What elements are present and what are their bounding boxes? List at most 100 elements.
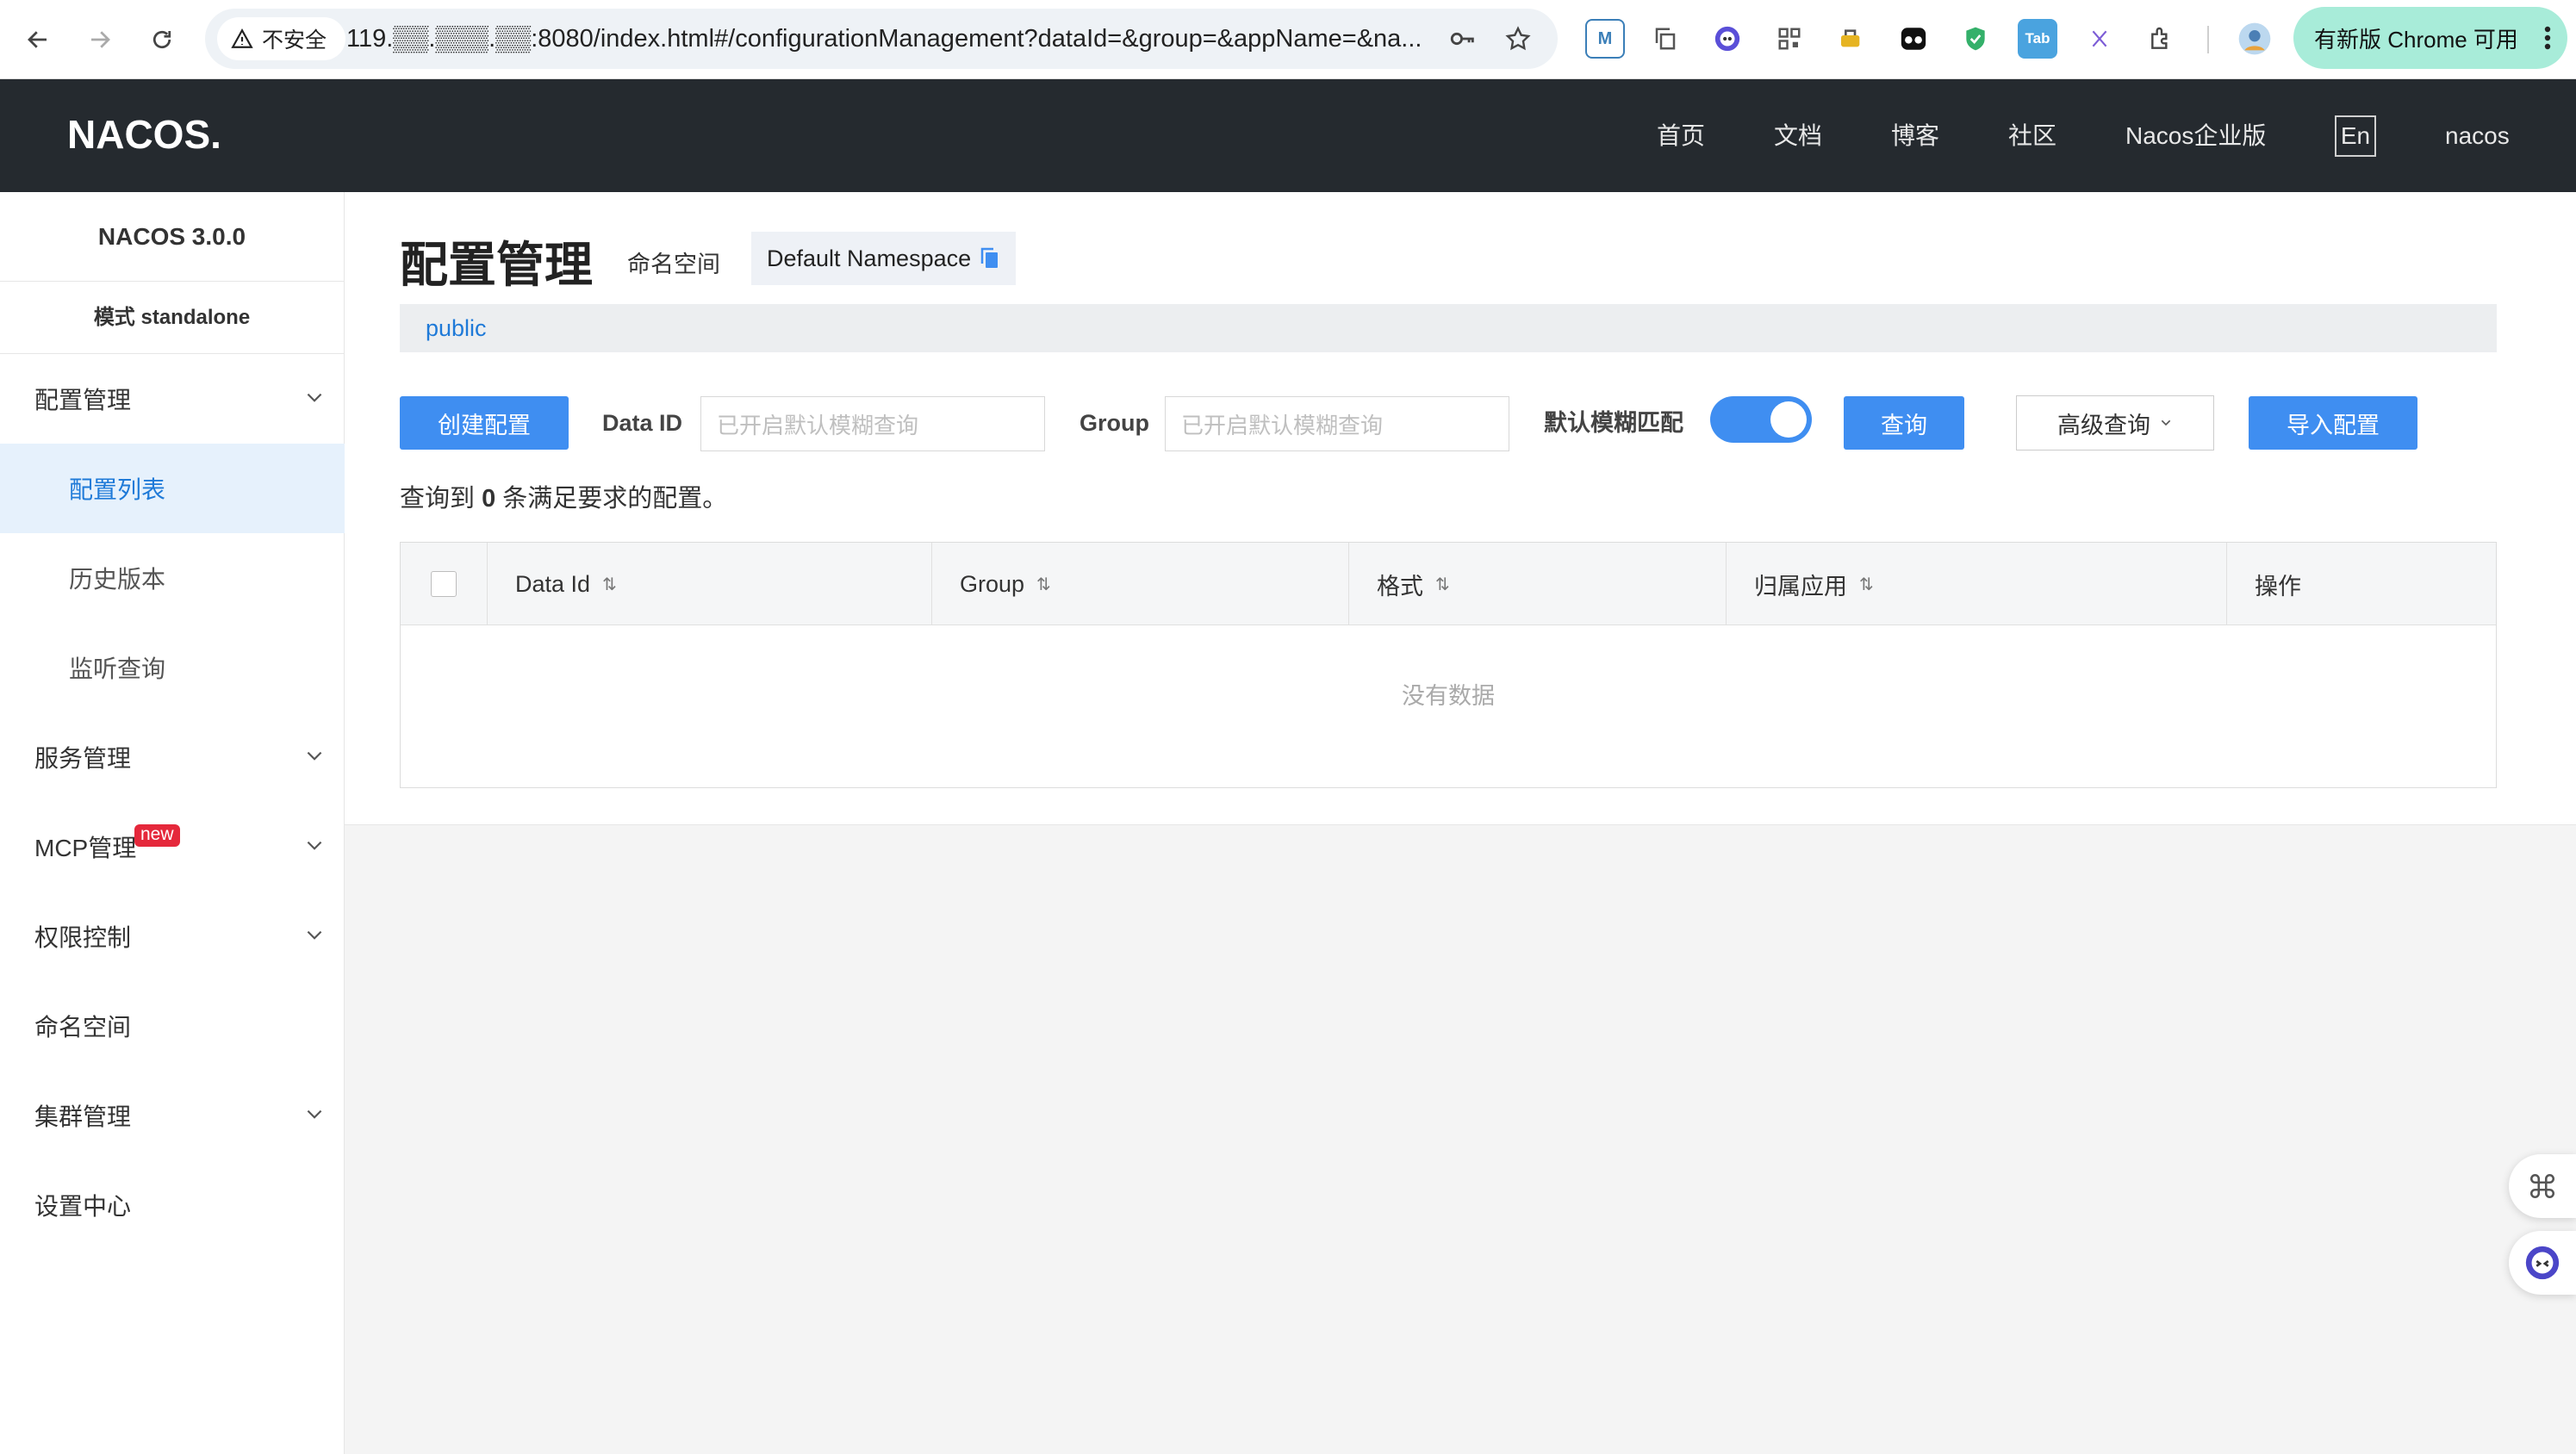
sort-icon[interactable]: ⇅ xyxy=(1859,574,1874,595)
nav-community[interactable]: 社区 xyxy=(2008,79,2056,192)
create-config-button[interactable]: 创建配置 xyxy=(400,396,569,450)
assistant-bot-icon[interactable] xyxy=(2509,1231,2576,1295)
extensions-puzzle-icon[interactable] xyxy=(2142,19,2181,59)
toggle-knob xyxy=(1770,401,1807,438)
nacos-logo[interactable]: NACOS. xyxy=(67,110,240,163)
forward-icon[interactable] xyxy=(79,19,121,60)
group-input[interactable]: 已开启默认模糊查询 xyxy=(1165,396,1509,451)
version-title: NACOS 3.0.0 xyxy=(0,192,344,282)
sidebar-item-config-management[interactable]: 配置管理 xyxy=(0,354,345,444)
column-label: Data Id xyxy=(515,570,591,597)
sidebar-item-label: 权限控制 xyxy=(34,924,132,951)
nav-home[interactable]: 首页 xyxy=(1657,79,1705,192)
mode-label: 模式 standalone xyxy=(0,282,344,354)
sidebar-item-access-control[interactable]: 权限控制 xyxy=(0,892,345,981)
address-bar[interactable]: 不安全 119.▒▒.▒▒▒.▒▒:8080/index.html#/confi… xyxy=(205,9,1558,69)
select-all-cell xyxy=(401,543,488,625)
sidebar-item-label: 配置列表 xyxy=(69,476,166,503)
sidebar-item-label: 服务管理 xyxy=(34,745,132,772)
sidebar-item-label: 设置中心 xyxy=(34,1193,132,1220)
column-label: 操作 xyxy=(2255,573,2301,600)
empty-state: 没有数据 xyxy=(1402,683,1495,709)
bookmark-star-icon[interactable] xyxy=(1497,18,1539,59)
select-all-checkbox[interactable] xyxy=(431,571,457,597)
shortcut-command-icon[interactable] xyxy=(2509,1154,2576,1218)
language-toggle-button[interactable]: En xyxy=(2335,115,2376,157)
import-config-button[interactable]: 导入配置 xyxy=(2249,396,2417,450)
namespace-tab-public[interactable]: public xyxy=(426,304,487,352)
extension-x-icon[interactable] xyxy=(2080,19,2119,59)
column-label: 归属应用 xyxy=(1754,573,1847,600)
more-vert-icon[interactable] xyxy=(2543,26,2552,50)
sidebar-item-listener-query[interactable]: 监听查询 xyxy=(0,623,345,712)
sort-icon[interactable]: ⇅ xyxy=(1036,574,1051,595)
sort-icon[interactable]: ⇅ xyxy=(602,574,617,595)
sidebar-item-label: 历史版本 xyxy=(69,566,166,593)
sidebar-item-settings[interactable]: 设置中心 xyxy=(0,1160,345,1250)
new-badge: new xyxy=(134,824,180,847)
sidebar-item-mcp-management[interactable]: MCP管理 new xyxy=(0,802,345,892)
sidebar-item-label: 集群管理 xyxy=(34,1103,132,1130)
fuzzy-match-toggle[interactable] xyxy=(1710,396,1812,443)
back-icon[interactable] xyxy=(17,19,59,60)
nav-enterprise[interactable]: Nacos企业版 xyxy=(2125,79,2266,192)
result-suffix: 条满足要求的配置。 xyxy=(502,485,728,513)
page-title: 配置管理 xyxy=(400,238,593,292)
extension-qrcode-icon[interactable] xyxy=(1770,19,1809,59)
column-label: Group xyxy=(960,570,1025,597)
dataid-label: Data ID xyxy=(602,410,683,436)
sort-icon[interactable]: ⇅ xyxy=(1435,574,1450,595)
chevron-down-icon xyxy=(2161,419,2171,426)
extension-bot-icon[interactable] xyxy=(1708,19,1747,59)
extension-copy-icon[interactable] xyxy=(1646,19,1685,59)
namespace-tabs: public xyxy=(400,304,2497,352)
sidebar-item-service-management[interactable]: 服务管理 xyxy=(0,712,345,802)
dataid-input[interactable]: 已开启默认模糊查询 xyxy=(700,396,1045,451)
extension-m-icon[interactable]: M xyxy=(1585,19,1625,59)
config-table: Data Id ⇅ Group ⇅ 格式 ⇅ 归属应用 ⇅ 操作 没有数据 xyxy=(400,542,2497,788)
nav-docs[interactable]: 文档 xyxy=(1774,79,1822,192)
profile-avatar[interactable] xyxy=(2235,19,2274,59)
nav-blog[interactable]: 博客 xyxy=(1891,79,1939,192)
browser-toolbar: 不安全 119.▒▒.▒▒▒.▒▒:8080/index.html#/confi… xyxy=(0,0,2576,79)
query-button[interactable]: 查询 xyxy=(1844,396,1964,450)
column-label: 格式 xyxy=(1377,573,1423,600)
namespace-label: 命名空间 xyxy=(627,252,720,277)
reload-icon[interactable] xyxy=(141,19,183,60)
extension-glasses-icon[interactable] xyxy=(1894,19,1933,59)
sidebar: NACOS 3.0.0 模式 standalone 配置管理 配置列表 历史版本… xyxy=(0,192,345,1454)
sidebar-item-namespace[interactable]: 命名空间 xyxy=(0,981,345,1071)
extension-shield-icon[interactable] xyxy=(1956,19,1995,59)
chevron-down-icon xyxy=(307,393,322,402)
sidebar-item-label: 命名空间 xyxy=(34,1014,132,1041)
sidebar-item-history[interactable]: 历史版本 xyxy=(0,533,345,623)
user-menu[interactable]: nacos xyxy=(2445,79,2510,192)
extension-tool-icon[interactable] xyxy=(1832,19,1871,59)
column-actions: 操作 xyxy=(2227,543,2496,625)
column-dataid[interactable]: Data Id ⇅ xyxy=(488,543,932,625)
key-icon[interactable] xyxy=(1442,18,1484,59)
sidebar-item-config-list[interactable]: 配置列表 xyxy=(0,444,345,533)
sidebar-item-label: 监听查询 xyxy=(69,656,166,682)
advanced-query-button[interactable]: 高级查询 xyxy=(2016,395,2214,450)
extension-tab-icon[interactable]: Tab xyxy=(2018,19,2057,59)
column-group[interactable]: Group ⇅ xyxy=(932,543,1349,625)
config-management-panel: 配置管理 命名空间 Default Namespace public 创建配置 … xyxy=(345,192,2576,825)
chrome-update-button[interactable]: 有新版 Chrome 可用 xyxy=(2293,7,2567,69)
column-app[interactable]: 归属应用 ⇅ xyxy=(1727,543,2227,625)
chevron-down-icon xyxy=(307,841,322,850)
result-summary: 查询到 0 条满足要求的配置。 xyxy=(400,478,727,514)
group-label: Group xyxy=(1080,410,1149,436)
update-label: 有新版 Chrome 可用 xyxy=(2314,26,2518,53)
namespace-chip: Default Namespace xyxy=(751,232,1017,285)
column-format[interactable]: 格式 ⇅ xyxy=(1349,543,1727,625)
site-info-chip[interactable]: 不安全 xyxy=(217,17,346,60)
copy-icon[interactable] xyxy=(980,247,1000,270)
sidebar-item-cluster-management[interactable]: 集群管理 xyxy=(0,1071,345,1160)
app-header: NACOS. 首页 文档 博客 社区 Nacos企业版 En nacos xyxy=(0,79,2576,192)
fuzzy-match-label: 默认模糊匹配 xyxy=(1544,410,1683,436)
chevron-down-icon xyxy=(307,930,322,940)
warning-icon xyxy=(231,28,253,48)
url-text[interactable]: 119.▒▒.▒▒▒.▒▒:8080/index.html#/configura… xyxy=(346,9,1466,69)
toolbar-divider xyxy=(2207,26,2209,53)
